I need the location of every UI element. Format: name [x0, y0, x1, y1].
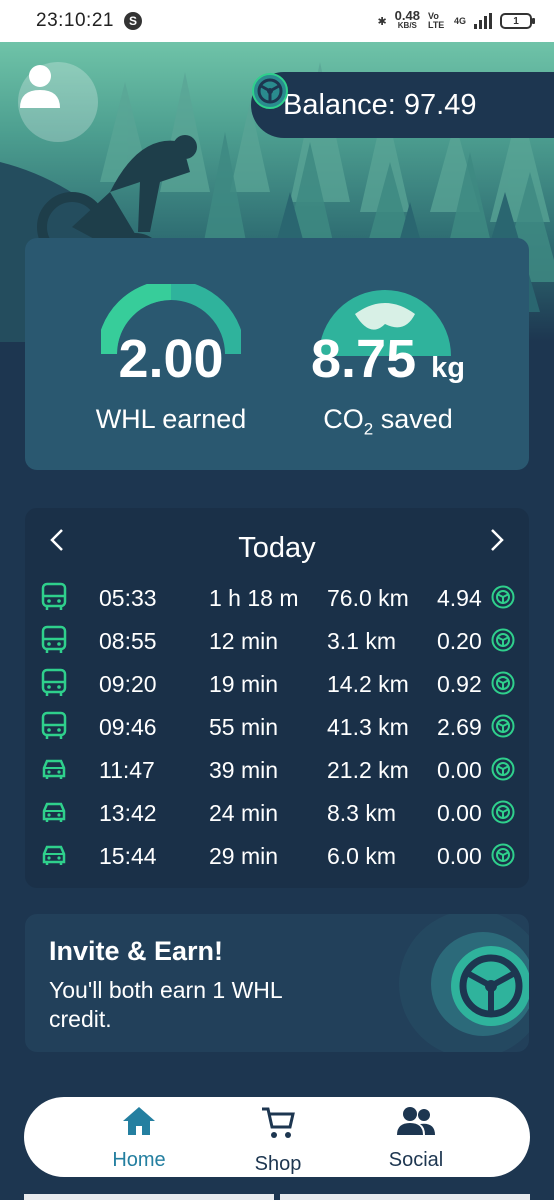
trip-time: 09:20 — [99, 671, 157, 697]
wheel-coin-icon — [491, 628, 515, 658]
balance-text: Balance: 97.49 — [283, 88, 477, 121]
trip-distance: 76.0 km — [327, 585, 409, 611]
wheel-coin-icon — [491, 843, 515, 873]
invite-body: You'll both earn 1 WHL credit. — [49, 977, 282, 1032]
trip-time: 08:55 — [99, 628, 157, 654]
trip-distance: 6.0 km — [327, 843, 397, 869]
car-icon — [39, 840, 69, 876]
chevron-right-icon — [491, 529, 504, 551]
trip-distance: 14.2 km — [327, 671, 409, 697]
trip-earned: 0.00 — [437, 757, 482, 783]
co2-saved-stat: 8.75 kg CO2 saved — [283, 328, 493, 439]
trip-earned: 0.92 — [437, 671, 482, 697]
trip-duration: 12 min — [209, 628, 279, 654]
status-time: 23:10:21 — [36, 10, 114, 31]
battery-icon: 1 — [500, 13, 535, 29]
trip-distance: 3.1 km — [327, 628, 397, 654]
wheel-coin-icon — [252, 73, 288, 109]
status-bar: 23:10:21 S ✱ 0.48 KB/S Vo LTE 4G 1 — [0, 0, 554, 42]
invite-heading: Invite & Earn! — [49, 936, 224, 966]
trip-duration: 39 min — [209, 757, 279, 783]
bus-icon — [39, 668, 69, 704]
profile-avatar-button[interactable] — [18, 62, 98, 142]
nav-home[interactable]: Home — [79, 1105, 199, 1172]
trip-distance: 8.3 km — [327, 800, 397, 826]
trip-row[interactable]: 09:46 55 min 41.3 km 2.69 — [25, 707, 529, 747]
co2-saved-value: 8.75 — [311, 329, 417, 389]
bus-icon — [39, 625, 69, 661]
whl-earned-label: WHL earned — [95, 404, 247, 434]
bus-icon — [39, 582, 69, 618]
trip-duration: 29 min — [209, 843, 279, 869]
nav-home-label: Home — [112, 1149, 166, 1171]
trip-time: 15:44 — [99, 843, 157, 869]
net-speed: 0.48 KB/S — [394, 8, 420, 31]
volte-indicator: Vo LTE — [427, 11, 445, 30]
nav-shop-label: Shop — [254, 1153, 302, 1175]
trip-time: 05:33 — [99, 585, 157, 611]
stats-card: 2.00 WHL earned 8.75 kg CO2 saved — [25, 238, 529, 470]
wheel-coin-icon — [491, 671, 515, 701]
bottom-nav: Home Shop Social — [24, 1097, 530, 1177]
trip-time: 13:42 — [99, 800, 157, 826]
trip-duration: 19 min — [209, 671, 279, 697]
trip-earned: 0.20 — [437, 628, 482, 654]
trips-card: Today 05:33 1 h 18 m 76.0 km 4.94 08:55 12 mi… — [25, 508, 529, 888]
invite-card[interactable]: Invite & Earn! You'll both earn 1 WHL cr… — [25, 914, 529, 1052]
trip-row[interactable]: 15:44 29 min 6.0 km 0.00 — [25, 836, 529, 876]
net-speed-unit: KB/S — [397, 21, 417, 30]
app-notification-icon: S — [123, 12, 142, 30]
trip-row[interactable]: 13:42 24 min 8.3 km 0.00 — [25, 793, 529, 833]
bus-icon — [39, 711, 69, 747]
car-icon — [39, 754, 69, 790]
bottom-strip — [24, 1194, 530, 1200]
cart-icon — [262, 1107, 295, 1138]
trip-duration: 24 min — [209, 800, 279, 826]
wheel-coin-icon — [491, 714, 515, 744]
trip-duration: 55 min — [209, 714, 279, 740]
trip-row[interactable]: 11:47 39 min 21.2 km 0.00 — [25, 750, 529, 790]
balance-pill[interactable]: Balance: 97.49 — [251, 72, 554, 138]
co2-saved-label: CO2 saved — [283, 404, 493, 439]
whl-earned-value: 2.00 — [118, 329, 224, 389]
trip-row[interactable]: 08:55 12 min 3.1 km 0.20 — [25, 621, 529, 661]
battery-level: 1 — [513, 15, 519, 27]
co2-label-sub: 2 — [363, 419, 374, 439]
trip-earned: 0.00 — [437, 843, 482, 869]
wheel-coin-icon — [491, 585, 515, 615]
wheel-badge-icon — [399, 914, 529, 1052]
signal-type: 4G — [453, 16, 466, 26]
signal-bars-icon — [474, 13, 492, 29]
co2-label-prefix: CO — [323, 404, 364, 434]
nav-social[interactable]: Social — [356, 1105, 476, 1172]
trips-day-title: Today — [238, 531, 316, 564]
trip-row[interactable]: 05:33 1 h 18 m 76.0 km 4.94 — [25, 578, 529, 618]
nav-shop[interactable]: Shop — [218, 1105, 338, 1176]
next-day-button[interactable] — [479, 522, 515, 558]
trip-distance: 41.3 km — [327, 714, 409, 740]
trip-time: 09:46 — [99, 714, 157, 740]
wheel-coin-icon — [491, 800, 515, 830]
whl-earned-stat: 2.00 WHL earned — [71, 328, 271, 435]
co2-saved-unit: kg — [431, 352, 465, 384]
trip-earned: 4.94 — [437, 585, 482, 611]
wheel-coin-icon — [491, 757, 515, 787]
net-speed-value: 0.48 — [394, 8, 420, 23]
people-icon — [397, 1107, 435, 1135]
bluetooth-icon: ✱ — [377, 15, 387, 28]
trip-earned: 2.69 — [437, 714, 482, 740]
car-icon — [39, 797, 69, 833]
avatar-icon — [20, 65, 60, 108]
co2-label-suffix: saved — [373, 404, 453, 434]
trip-time: 11:47 — [99, 757, 155, 783]
trip-earned: 0.00 — [437, 800, 482, 826]
trip-duration: 1 h 18 m — [209, 585, 299, 611]
nav-social-label: Social — [388, 1149, 444, 1171]
home-icon — [123, 1107, 155, 1135]
trip-row[interactable]: 09:20 19 min 14.2 km 0.92 — [25, 664, 529, 704]
trip-distance: 21.2 km — [327, 757, 409, 783]
